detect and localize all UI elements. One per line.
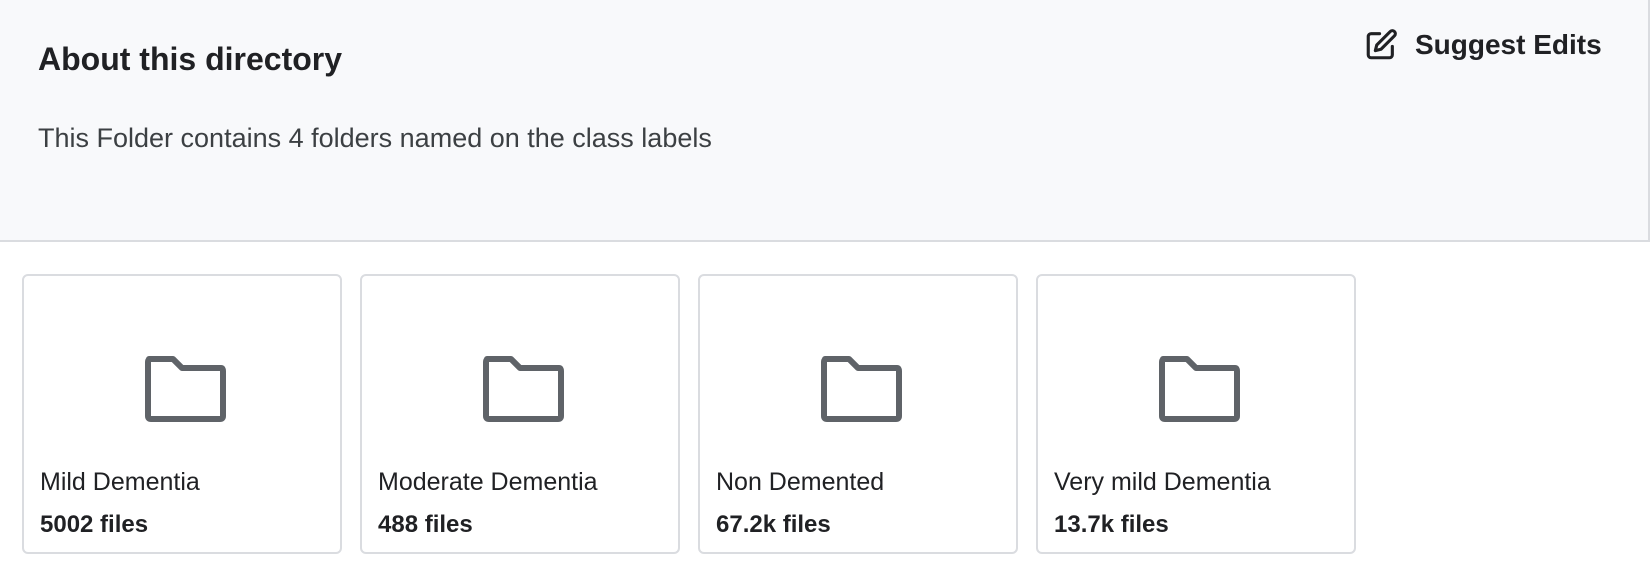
folder-icon (1159, 356, 1240, 422)
suggest-edits-button[interactable]: Suggest Edits (1364, 24, 1602, 66)
folder-card-mild-dementia[interactable]: Mild Dementia 5002 files (22, 274, 342, 554)
about-title: About this directory (38, 41, 343, 77)
folder-file-count: 67.2k files (716, 511, 831, 538)
about-directory-panel: About this directory Suggest Edits This … (0, 0, 1650, 242)
folder-name: Very mild Dementia (1054, 468, 1271, 496)
folder-card-non-demented[interactable]: Non Demented 67.2k files (698, 274, 1018, 554)
about-description: This Folder contains 4 folders named on … (38, 123, 712, 153)
folder-file-count: 488 files (378, 511, 473, 538)
folder-name: Mild Dementia (40, 468, 200, 496)
folder-icon (821, 356, 902, 422)
folder-icon (483, 356, 564, 422)
folder-file-count: 13.7k files (1054, 511, 1169, 538)
folder-card-very-mild-dementia[interactable]: Very mild Dementia 13.7k files (1036, 274, 1356, 554)
folder-card-moderate-dementia[interactable]: Moderate Dementia 488 files (360, 274, 680, 554)
suggest-edits-label: Suggest Edits (1415, 29, 1602, 60)
folder-name: Moderate Dementia (378, 468, 598, 496)
folder-file-count: 5002 files (40, 511, 149, 538)
folder-name: Non Demented (716, 468, 885, 496)
folder-icon (145, 356, 226, 422)
edit-icon (1366, 29, 1397, 60)
